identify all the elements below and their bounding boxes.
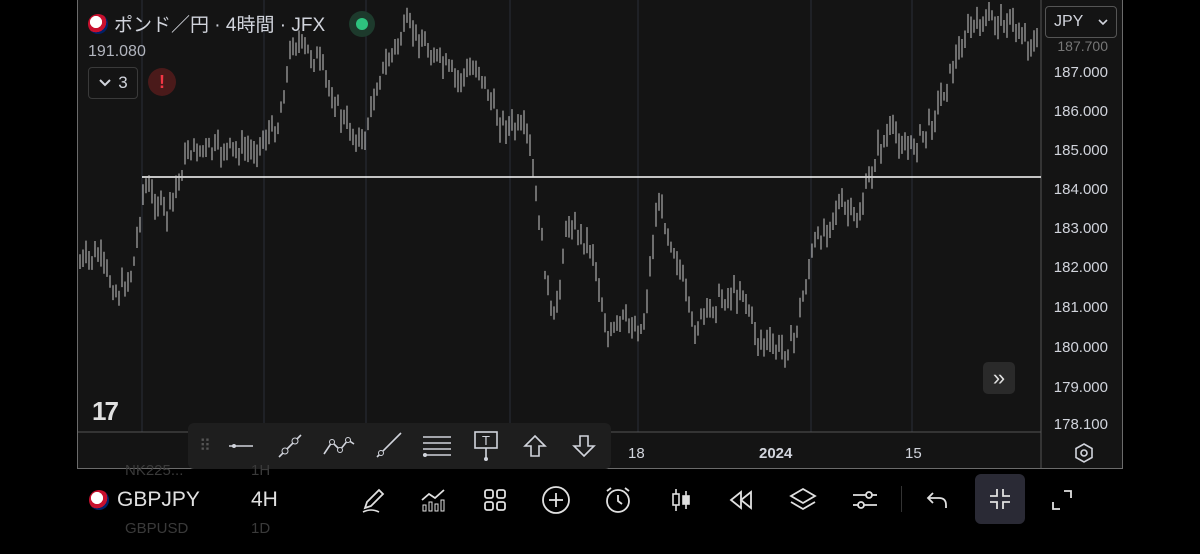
arrow-up-tool[interactable]: [510, 423, 559, 469]
undo-icon: [926, 492, 947, 508]
text-note-tool[interactable]: T: [461, 423, 510, 469]
collapse-icon: [990, 489, 1010, 509]
fib-levels-icon: [422, 436, 451, 457]
object-tree-button[interactable]: [783, 482, 823, 518]
drawing-tools-button[interactable]: [353, 482, 393, 518]
rewind-icon: [729, 490, 752, 510]
price-axis-label: 179.000: [1053, 379, 1108, 396]
ray-icon: [375, 432, 402, 458]
gbp-flag-icon: [88, 13, 108, 34]
indicators-button[interactable]: [413, 482, 453, 518]
collapse-button[interactable]: [975, 474, 1025, 524]
price-axis-label: 182.000: [1053, 259, 1108, 276]
price-axis-partial-label: 187.700: [1057, 38, 1108, 54]
legend-title-text: ポンド／円 · 4時間 · JFX: [114, 15, 326, 36]
drag-handle-icon[interactable]: ⠿: [194, 436, 216, 456]
app-frame: ポンド／円 · 4時間 · JFX 191.080 3 ! 17 JPY 187…: [75, 0, 1125, 554]
price-axis-label: 184.000: [1053, 181, 1108, 198]
arrow-down-tool[interactable]: [559, 423, 608, 469]
path-tool[interactable]: [314, 423, 363, 469]
indicators-icon: [421, 489, 445, 512]
time-axis-label: 15: [905, 445, 922, 462]
candles-series: [79, 2, 1038, 368]
legend-title[interactable]: ポンド／円 · 4時間 · JFX: [88, 10, 376, 37]
tradingview-logo-icon: 17: [92, 396, 119, 426]
legend-price: 191.080: [88, 43, 146, 60]
arrow-up-icon: [522, 434, 547, 457]
ghost-watchlist-item: NK225...: [125, 462, 184, 479]
ghost-watchlist-interval: 1D: [251, 520, 271, 537]
alerts-button[interactable]: [598, 482, 638, 518]
symbol-label: GBPJPY: [117, 488, 200, 511]
currency-select[interactable]: JPY: [1045, 6, 1117, 38]
currency-value: JPY: [1054, 13, 1084, 30]
ray-tool[interactable]: [363, 423, 412, 469]
price-axis-label: 178.100: [1053, 416, 1108, 433]
price-chart[interactable]: [78, 0, 1122, 468]
ghost-watchlist-interval: 1H: [251, 462, 271, 479]
svg-text:T: T: [482, 433, 490, 448]
time-axis-label-year: 2024: [759, 445, 793, 462]
trend-line-icon: [277, 434, 302, 458]
grid-icon: [484, 489, 506, 511]
plus-circle-icon: [542, 486, 570, 514]
horizontal-line-icon: [228, 444, 253, 448]
add-button[interactable]: [536, 482, 576, 518]
chart-type-button[interactable]: [661, 482, 701, 518]
arrow-down-icon: [571, 435, 596, 458]
time-axis-label: 18: [628, 445, 645, 462]
fib-levels-tool[interactable]: [412, 423, 461, 469]
bottom-toolbar: NK225... 1H GBPJPY 4H GBPUSD 1D: [75, 462, 1125, 537]
price-axis-label: 187.000: [1053, 64, 1108, 81]
expand-button[interactable]: [1042, 482, 1082, 518]
chart-area[interactable]: ポンド／円 · 4時間 · JFX 191.080 3 ! 17 JPY 187…: [77, 0, 1123, 469]
chevron-down-icon: [99, 79, 111, 87]
ghost-watchlist-item: GBPUSD: [125, 520, 189, 537]
chevron-down-icon: [1098, 18, 1108, 25]
symbol-selector[interactable]: GBPJPY: [89, 488, 200, 512]
gear-icon[interactable]: [1073, 442, 1095, 464]
indicators-toggle-button[interactable]: 3: [88, 67, 138, 99]
price-axis-label: 186.000: [1053, 103, 1108, 120]
price-axis-label: 181.000: [1053, 299, 1108, 316]
layers-icon: [789, 487, 817, 511]
settings-button[interactable]: [845, 482, 885, 518]
path-icon: [322, 437, 354, 455]
indicators-count: 3: [118, 73, 128, 92]
interval-selector[interactable]: 4H: [251, 488, 278, 512]
layouts-button[interactable]: [475, 482, 515, 518]
toolbar-divider: [901, 486, 902, 512]
replay-button[interactable]: [721, 482, 761, 518]
alarm-clock-icon: [606, 487, 630, 513]
undo-button[interactable]: [917, 482, 957, 518]
market-status-icon: [349, 10, 376, 37]
pencil-icon: [362, 488, 385, 513]
text-note-icon: T: [473, 431, 498, 461]
gbp-flag-icon: [89, 490, 109, 510]
expand-icon: [1052, 490, 1072, 510]
price-axis-label: 180.000: [1053, 339, 1108, 356]
sliders-icon: [853, 491, 877, 509]
trend-line-tool[interactable]: [265, 423, 314, 469]
price-axis-label: 185.000: [1053, 142, 1108, 159]
alert-badge[interactable]: !: [148, 68, 176, 96]
price-axis-label: 183.000: [1053, 220, 1108, 237]
candles-icon: [672, 489, 690, 511]
scroll-to-realtime-button[interactable]: »: [983, 362, 1015, 394]
